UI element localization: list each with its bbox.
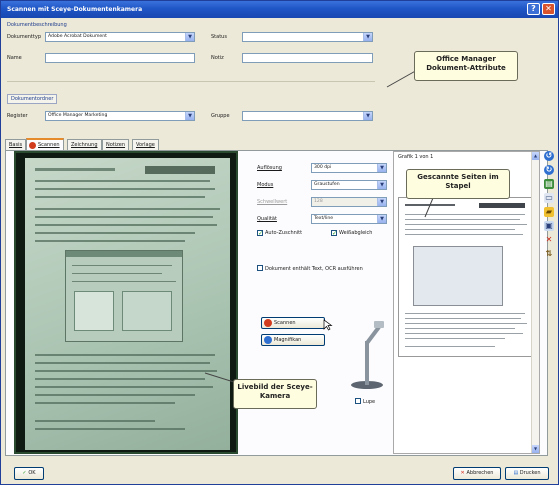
cancel-button-label: Abbrechen xyxy=(466,470,494,476)
doctype-label: Dokumenttyp xyxy=(7,34,41,40)
tab-notizen[interactable]: Notizen xyxy=(102,139,130,150)
chevron-down-icon: ▼ xyxy=(377,198,386,206)
ocr-checkbox[interactable]: Dokument enthält Text, OCR ausführen xyxy=(257,265,363,272)
white-balance-label: Weißabgleich xyxy=(339,230,373,236)
mode-label: Modus xyxy=(257,182,274,188)
doc-description-group-label: Dokumentbeschreibung xyxy=(7,22,67,28)
print-button[interactable]: ▤ Drucken xyxy=(505,467,549,480)
name-label: Name xyxy=(7,55,22,61)
chevron-down-icon: ▼ xyxy=(377,215,386,223)
scroll-up-icon[interactable]: ▲ xyxy=(532,152,539,160)
ok-button[interactable]: ✓ OK xyxy=(14,467,44,480)
checkbox-icon xyxy=(355,398,361,404)
magnifier-icon xyxy=(264,336,272,344)
mouse-cursor-icon xyxy=(323,319,333,331)
scan-button-label: Scannen xyxy=(274,320,296,326)
print-button-label: Drucken xyxy=(519,470,541,476)
document-live-image xyxy=(25,158,230,450)
status-label: Status xyxy=(211,34,227,40)
tab-vorlage[interactable]: Vorlage xyxy=(132,139,159,150)
preview-toolbar: ↺ ↻ ▤ ▭ ▰ ▣ ✕ ⇅ xyxy=(542,151,556,281)
document-screenshot-figure xyxy=(65,250,183,342)
note-input[interactable] xyxy=(242,53,373,63)
checkbox-icon xyxy=(257,265,263,271)
lupe-checkbox[interactable]: Lupe xyxy=(355,398,375,405)
ocr-label: Dokument enthält Text, OCR ausführen xyxy=(265,266,363,272)
threshold-label: Schwellwert xyxy=(257,199,288,205)
image-edit-icon[interactable]: ▤ xyxy=(544,179,554,189)
chevron-down-icon: ▼ xyxy=(185,33,194,41)
rotate-left-icon[interactable]: ↺ xyxy=(544,151,554,161)
scan-button[interactable]: Scannen xyxy=(261,317,325,329)
wizard-button-label: Magnifikan xyxy=(274,337,302,343)
quality-label: Qualität xyxy=(257,216,277,222)
scan-dialog-window: Scannen mit Sceye-Dokumentenkamera ? ✕ D… xyxy=(0,0,559,485)
folder-icon[interactable]: ▰ xyxy=(544,207,554,217)
mode-select[interactable]: Graustufen ▼ xyxy=(311,180,387,190)
help-button[interactable]: ? xyxy=(527,3,540,15)
section-divider xyxy=(7,81,375,82)
doctype-value: Adobe Acrobat Dokument xyxy=(48,34,107,39)
threshold-select[interactable]: 128 ▼ xyxy=(311,197,387,207)
chevron-down-icon: ▼ xyxy=(185,112,194,120)
page-count: Grafik 1 von 1 xyxy=(398,154,434,160)
scroll-down-icon[interactable]: ▼ xyxy=(532,445,539,453)
sceye-camera-icon xyxy=(351,321,384,389)
lupe-label: Lupe xyxy=(363,399,376,405)
threshold-value: 128 xyxy=(314,199,323,204)
white-balance-checkbox[interactable]: ✓ Weißabgleich xyxy=(331,230,373,237)
note-label: Notiz xyxy=(211,55,224,61)
save-icon[interactable]: ▣ xyxy=(544,221,554,231)
callout-live-image: Livebild der Sceye-Kamera xyxy=(233,379,317,409)
chevron-down-icon: ▼ xyxy=(377,181,386,189)
scan-icon xyxy=(264,319,272,327)
page-thumbnail[interactable] xyxy=(398,197,532,357)
autozoom-label: Auto-Zuschnitt xyxy=(265,230,303,236)
live-camera-view[interactable] xyxy=(14,151,238,454)
resolution-select[interactable]: 300 dpi ▼ xyxy=(311,163,387,173)
doctype-select[interactable]: Adobe Acrobat Dokument ▼ xyxy=(45,32,195,42)
scan-tab-icon xyxy=(29,142,36,149)
checkmark-icon: ✓ xyxy=(257,230,264,237)
close-button[interactable]: ✕ xyxy=(542,3,555,15)
group-label: Gruppe xyxy=(211,113,230,119)
chevron-down-icon: ▼ xyxy=(377,164,386,172)
wizard-button[interactable]: Magnifikan xyxy=(261,334,325,346)
page-icon[interactable]: ▭ xyxy=(544,193,554,203)
quality-select[interactable]: Text/line ▼ xyxy=(311,214,387,224)
register-select[interactable]: Office Manager Marketing ▼ xyxy=(45,111,195,121)
doc-location-group-label: Dokumentordner xyxy=(7,94,58,104)
register-label: Register xyxy=(7,113,28,119)
resolution-value: 300 dpi xyxy=(314,165,332,170)
quality-value: Text/line xyxy=(314,216,334,221)
delete-icon[interactable]: ✕ xyxy=(544,235,554,245)
window-title: Scannen mit Sceye-Dokumentenkamera xyxy=(7,6,143,13)
mode-value: Graustufen xyxy=(314,182,340,187)
preview-scrollbar[interactable]: ▲ ▼ xyxy=(531,152,539,453)
tab-scannen-label: Scannen xyxy=(38,142,60,148)
status-select[interactable]: ▼ xyxy=(242,32,373,42)
sort-icon[interactable]: ⇅ xyxy=(544,249,554,259)
callout-pointer xyxy=(424,197,434,218)
checkmark-icon: ✓ xyxy=(331,230,338,237)
resolution-label: Auflösung xyxy=(257,165,282,171)
tab-basis[interactable]: Basis xyxy=(5,139,27,150)
callout-attributes: Office Manager Dokument-Attribute xyxy=(414,51,518,81)
chevron-down-icon: ▼ xyxy=(363,33,372,41)
name-input[interactable] xyxy=(45,53,195,63)
register-value: Office Manager Marketing xyxy=(48,113,108,118)
tab-zeichnung[interactable]: Zeichnung xyxy=(67,139,102,150)
autozoom-checkbox[interactable]: ✓ Auto-Zuschnitt xyxy=(257,230,303,237)
cancel-button[interactable]: ✕ Abbrechen xyxy=(453,467,501,480)
group-select[interactable]: ▼ xyxy=(242,111,373,121)
chevron-down-icon: ▼ xyxy=(363,112,372,120)
ok-button-label: OK xyxy=(28,470,36,476)
title-bar[interactable]: Scannen mit Sceye-Dokumentenkamera ? ✕ xyxy=(1,1,558,18)
rotate-right-icon[interactable]: ↻ xyxy=(544,165,554,175)
callout-scanned-pages: Gescannte Seiten im Stapel xyxy=(406,169,510,199)
